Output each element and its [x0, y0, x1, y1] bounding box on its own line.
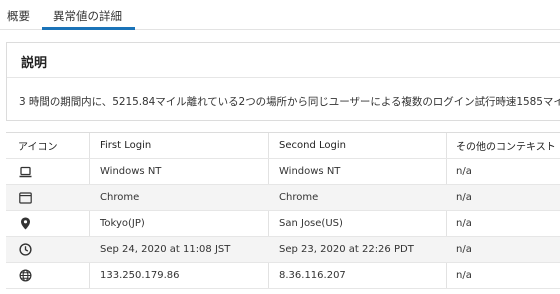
header-first-login: First Login: [100, 140, 152, 151]
second-login-os: Windows NT: [279, 166, 341, 177]
other-context: n/a: [456, 270, 472, 281]
table-row: Tokyo(JP) San Jose(US) n/a: [6, 211, 560, 237]
table-row: Windows NT Windows NT n/a: [6, 159, 560, 185]
description-title: 説明: [21, 56, 48, 71]
divider: [7, 77, 560, 78]
header-second-login: Second Login: [279, 140, 346, 151]
second-login-location: San Jose(US): [279, 218, 343, 229]
first-login-time: Sep 24, 2020 at 11:08 JST: [100, 244, 231, 255]
table-row: Sep 24, 2020 at 11:08 JST Sep 23, 2020 a…: [6, 237, 560, 263]
first-login-browser: Chrome: [100, 192, 140, 203]
table-header-row: アイコン First Login Second Login その他のコンテキスト: [6, 132, 560, 159]
other-context: n/a: [456, 192, 472, 203]
clock-icon: [18, 243, 32, 257]
browser-window-icon: [18, 191, 32, 205]
login-comparison-table: アイコン First Login Second Login その他のコンテキスト…: [6, 132, 560, 289]
other-context: n/a: [456, 218, 472, 229]
other-context: n/a: [456, 166, 472, 177]
description-text: 3 時間の期間内に、5215.84マイル離れている2つの場所から同じユーザーによ…: [19, 96, 560, 108]
second-login-ip: 8.36.116.207: [279, 270, 346, 281]
second-login-browser: Chrome: [279, 192, 319, 203]
header-other-context: その他のコンテキスト: [456, 142, 556, 153]
other-context: n/a: [456, 244, 472, 255]
globe-icon: [18, 269, 32, 283]
first-login-os: Windows NT: [100, 166, 162, 177]
first-login-ip: 133.250.179.86: [100, 270, 180, 281]
laptop-icon: [18, 165, 32, 179]
table-row: Chrome Chrome n/a: [6, 185, 560, 211]
second-login-time: Sep 23, 2020 at 22:26 PDT: [279, 244, 414, 255]
table-row: 133.250.179.86 8.36.116.207 n/a: [6, 263, 560, 289]
active-tab-indicator: [42, 27, 135, 30]
description-card: 説明 3 時間の期間内に、5215.84マイル離れている2つの場所から同じユーザ…: [6, 42, 560, 121]
tab-bar: 概要 異常値の詳細: [0, 0, 560, 30]
tab-anomaly-details[interactable]: 異常値の詳細: [53, 8, 122, 24]
first-login-location: Tokyo(JP): [100, 218, 145, 229]
location-pin-icon: [18, 217, 32, 231]
tab-overview[interactable]: 概要: [7, 8, 30, 24]
header-icon: アイコン: [18, 142, 58, 153]
